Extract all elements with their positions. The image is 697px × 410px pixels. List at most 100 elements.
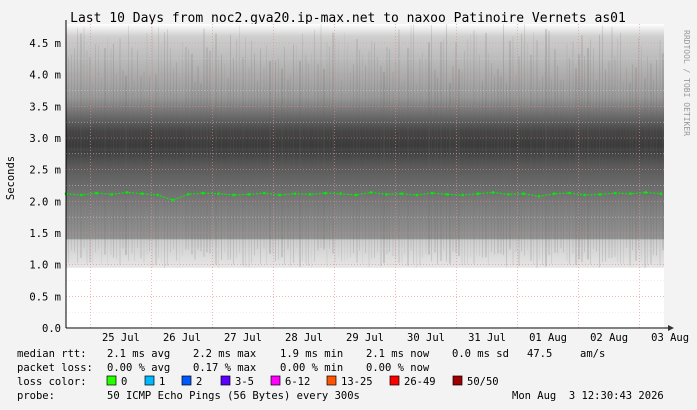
smoke-streak (230, 34, 231, 260)
smoke-streak (401, 82, 403, 263)
smoke-streak (251, 40, 252, 264)
median-point (339, 192, 342, 195)
median-point (369, 191, 373, 194)
smoke-streak (572, 41, 574, 254)
watermark: RRDTOOL / TOBI OETIKER (682, 30, 691, 136)
smoke-streak (590, 39, 591, 265)
smoke-streak (467, 39, 468, 265)
smoke-streak (551, 79, 552, 265)
smoke-streak (659, 39, 661, 266)
smoke-streak (389, 48, 390, 253)
median-point (293, 192, 297, 195)
smoke-streak (377, 56, 378, 253)
smoke-streak (458, 68, 460, 256)
y-tick-label: 1.0 m (29, 260, 61, 272)
smoke-streak (254, 53, 255, 256)
smoke-streak (599, 34, 600, 268)
median-point (400, 192, 403, 195)
loss-color-swatch (326, 375, 337, 386)
smoke-streak (560, 79, 562, 249)
median-point (125, 191, 129, 194)
smoke-streak (179, 76, 180, 267)
smoke-streak (422, 52, 423, 258)
smoke-streak (371, 41, 372, 259)
smoke-streak (176, 62, 177, 261)
median-point (568, 191, 571, 195)
smoke-streak (95, 43, 96, 253)
median-point (644, 191, 647, 194)
loss-color-label: loss color: (17, 376, 87, 388)
legend-loss-color: loss color: 0 1 2 3-5 6-12 13-25 26-49 50/50 (17, 375, 499, 388)
smoke-streak (302, 33, 303, 262)
smoke-streak (161, 45, 162, 262)
smoke-streak (416, 83, 417, 268)
median-point (217, 192, 220, 195)
smoke-streak (491, 63, 492, 253)
loss-color-label: 26-49 (404, 376, 436, 388)
median-point (202, 191, 205, 195)
smoke-streak (266, 45, 267, 265)
smoke-streak (398, 29, 400, 264)
smoke-streak (224, 63, 225, 254)
y-axis-title: Seconds (5, 156, 17, 200)
smoke-streak (248, 67, 250, 268)
chart-title: Last 10 Days from noc2.gva20.ip-max.net … (70, 11, 626, 26)
median-rtt-avg: 2.1 ms avg (107, 348, 170, 360)
smoke-streak (338, 39, 339, 258)
smoke-streak (656, 60, 657, 256)
x-tick-label: 28 Jul (285, 332, 323, 344)
smoke-streak (293, 44, 294, 263)
legend-median-rtt: median rtt: 2.1 ms avg 2.2 ms max 1.9 ms… (17, 348, 605, 360)
smoke-streak (584, 56, 585, 253)
x-axis-labels: 25 Jul 26 Jul 27 Jul 28 Jul 29 Jul 30 Jul 31 J… (102, 332, 689, 344)
smoke-streak (71, 54, 72, 251)
median-rtt-min: 1.9 ms min (280, 348, 343, 360)
packet-loss-max: 0.17 % max (193, 362, 256, 374)
smoke-streak (341, 80, 342, 261)
y-tick-label: 3.0 m (29, 133, 61, 145)
smoke-streak (149, 76, 150, 252)
median-rtt-now: 2.1 ms now (366, 348, 430, 360)
smoke-streak (263, 67, 265, 249)
smoke-streak (431, 24, 432, 262)
smoke-streak (638, 37, 639, 251)
smoke-streak (539, 80, 540, 260)
loss-color-swatch (181, 375, 192, 386)
median-point (186, 193, 190, 196)
smoke-streak (542, 76, 543, 265)
smoke-streak (596, 79, 597, 252)
smoke-streak (221, 54, 222, 261)
smoke-streak (626, 67, 627, 249)
smoke-streak (74, 48, 75, 253)
smoke-streak (644, 78, 646, 268)
smoke-streak (365, 65, 366, 254)
median-point (156, 193, 159, 197)
y-tick-label: 4.5 m (29, 38, 61, 50)
smoke-streak (119, 38, 121, 266)
smoke-streak (518, 56, 520, 266)
smoke-streak (545, 28, 547, 267)
loss-color-label: 3-5 (235, 376, 254, 388)
smoke-streak (152, 26, 153, 268)
smoke-streak (170, 48, 171, 253)
smoke-streak (281, 68, 283, 258)
smoke-streak (344, 32, 345, 262)
loss-color-swatch (144, 375, 155, 386)
smoke-streak (317, 64, 319, 251)
smoke-streak (218, 55, 219, 268)
smoke-streak (476, 33, 477, 257)
packet-loss-now: 0.00 % now (366, 362, 430, 374)
smoke-streak (140, 76, 142, 259)
smoke-streak (200, 83, 202, 252)
smoke-streak (356, 39, 358, 263)
smoke-streak (215, 33, 217, 265)
smoke-streak (635, 67, 637, 261)
smoke-streak (617, 38, 618, 263)
smoke-streak (98, 45, 99, 250)
smoke-streak (188, 49, 189, 250)
smoke-streak (284, 47, 285, 266)
smoke-streak (128, 25, 129, 261)
median-point (476, 192, 480, 195)
loss-color-swatch (270, 375, 281, 386)
median-point (171, 198, 174, 202)
